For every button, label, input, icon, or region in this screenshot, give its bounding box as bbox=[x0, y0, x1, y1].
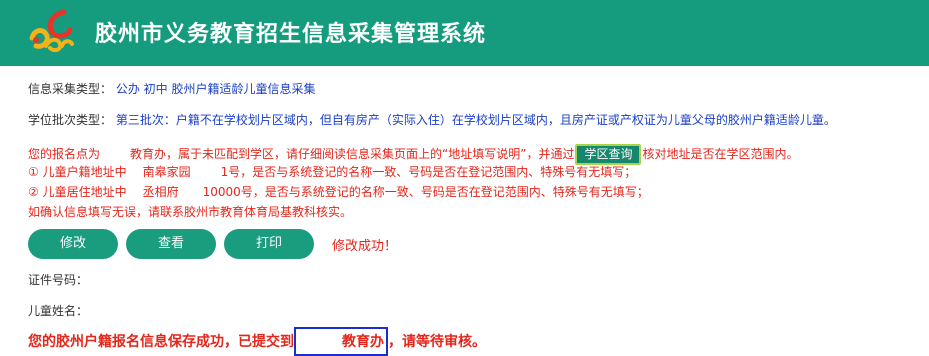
office-name: 教育办 bbox=[342, 334, 384, 350]
id-number-row: 证件号码： bbox=[28, 271, 88, 288]
print-button[interactable]: 打印 bbox=[224, 229, 314, 259]
notice-line-4: 如确认信息填写无误，请联系胶州市教育体育局基教科核实。 bbox=[28, 203, 352, 220]
child-name-label: 儿童姓名： bbox=[28, 304, 89, 318]
notice-line-1: 您的报名点为 教育办，属于未匹配到学区，请仔细阅读信息采集页面上的“地址填写说明”… bbox=[28, 144, 798, 165]
system-title: 胶州市义务教育招生信息采集管理系统 bbox=[95, 22, 487, 47]
id-number-label: 证件号码： bbox=[28, 273, 89, 287]
batch-type-label: 学位批次类型： bbox=[28, 113, 113, 127]
notice-text-a: 您的报名点为 bbox=[28, 147, 101, 161]
residence-address-note: ，是否与系统登记的名称一致、号码是否在登记范围内、特殊号有无填写； bbox=[252, 185, 649, 199]
residence-address-street: 丞相府 bbox=[142, 185, 179, 199]
child-name-row: 儿童姓名： bbox=[28, 302, 88, 319]
notice-line-2: ① 儿童户籍地址中 南皋家园 1号，是否与系统登记的名称一致、号码是否在登记范围内、… bbox=[28, 163, 636, 180]
swirl-logo-icon bbox=[29, 9, 74, 53]
notice-text-c: 核对地址是否在学区范围内。 bbox=[642, 147, 799, 161]
app-header: 胶州市义务教育招生信息采集管理系统 bbox=[0, 0, 929, 66]
batch-type-row: 学位批次类型： 第三批次：户籍不在学校划片区域内，但自有房产（实际入住）在学校划… bbox=[28, 111, 836, 128]
residence-address-label: ② 儿童居住地址中 bbox=[28, 185, 127, 199]
contact-notice: 如确认信息填写无误，请联系胶州市教育体育局基教科核实。 bbox=[28, 205, 353, 219]
residence-address-number: 10000号 bbox=[202, 185, 253, 199]
notice-line-3: ② 儿童居住地址中 丞相府 10000号，是否与系统登记的名称一致、号码是否在登记范… bbox=[28, 183, 649, 200]
submission-text-b: ，请等待审核。 bbox=[388, 334, 486, 350]
edit-success-message: 修改成功！ bbox=[332, 239, 398, 254]
household-address-note: ，是否与系统登记的名称一致、号码是否在登记范围内、特殊号有无填写； bbox=[240, 165, 637, 179]
household-address-number: 1号 bbox=[220, 165, 241, 179]
info-type-row: 信息采集类型： 公办 初中 胶州户籍适龄儿童信息采集 bbox=[28, 80, 315, 97]
edit-button[interactable]: 修改 bbox=[28, 229, 118, 259]
household-address-street: 南皋家园 bbox=[142, 165, 191, 179]
submission-result: 您的胶州户籍报名信息保存成功，已提交到 教育办 ，请等待审核。 bbox=[28, 327, 486, 356]
office-name-highlight: 教育办 bbox=[294, 327, 388, 356]
batch-type-value: 第三批次：户籍不在学校划片区域内，但自有房产（实际入住）在学校划片区域内，且房产… bbox=[115, 113, 836, 127]
notice-text-b: 教育办，属于未匹配到学区，请仔细阅读信息采集页面上的“地址填写说明”，并通过 bbox=[130, 147, 575, 161]
view-button[interactable]: 查看 bbox=[126, 229, 216, 259]
info-type-label: 信息采集类型： bbox=[28, 82, 113, 96]
submission-text-a: 您的胶州户籍报名信息保存成功，已提交到 bbox=[28, 334, 294, 350]
info-type-value: 公办 初中 胶州户籍适龄儿童信息采集 bbox=[115, 82, 316, 96]
household-address-label: ① 儿童户籍地址中 bbox=[28, 165, 127, 179]
zone-query-button[interactable]: 学区查询 bbox=[575, 144, 642, 165]
